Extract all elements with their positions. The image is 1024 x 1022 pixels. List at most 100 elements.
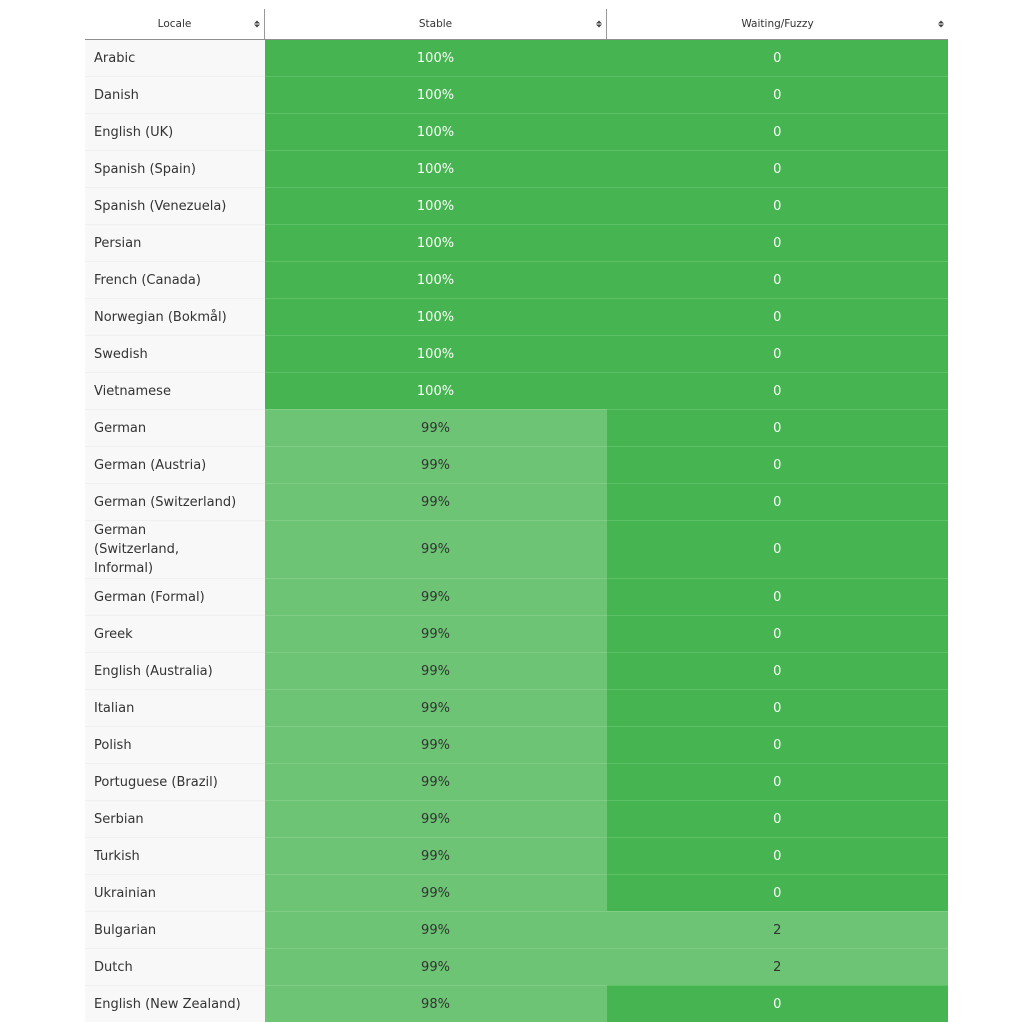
table-row: Italian99%0: [85, 690, 948, 727]
locale-cell[interactable]: Persian: [85, 225, 265, 262]
table-row: English (Australia)99%0: [85, 653, 948, 690]
table-row: German (Austria)99%0: [85, 447, 948, 484]
stable-percent-cell: 99%: [265, 521, 607, 579]
locale-cell[interactable]: Danish: [85, 77, 265, 114]
waiting-fuzzy-cell: 0: [607, 616, 949, 653]
locale-cell[interactable]: German (Formal): [85, 579, 265, 616]
waiting-fuzzy-cell: 0: [607, 373, 949, 410]
waiting-fuzzy-cell: 0: [607, 484, 949, 521]
locale-cell[interactable]: Turkish: [85, 838, 265, 875]
waiting-fuzzy-cell: 0: [607, 299, 949, 336]
waiting-fuzzy-cell: 0: [607, 188, 949, 225]
locale-cell[interactable]: Ukrainian: [85, 875, 265, 912]
stable-percent-cell: 100%: [265, 77, 607, 114]
waiting-fuzzy-cell: 0: [607, 262, 949, 299]
stable-percent-cell: 99%: [265, 801, 607, 838]
waiting-fuzzy-cell: 0: [607, 764, 949, 801]
stable-percent-cell: 99%: [265, 949, 607, 986]
locale-cell[interactable]: French (Canada): [85, 262, 265, 299]
waiting-fuzzy-cell: 0: [607, 40, 949, 77]
locale-cell[interactable]: Norwegian (Bokmål): [85, 299, 265, 336]
stable-percent-cell: 99%: [265, 616, 607, 653]
locale-cell[interactable]: German (Switzerland): [85, 484, 265, 521]
table-row: Spanish (Spain)100%0: [85, 151, 948, 188]
locale-cell[interactable]: Greek: [85, 616, 265, 653]
column-header-label: Stable: [419, 18, 452, 30]
translation-status-table-container: Locale Stable Waiting/Fuzzy Arabic100%0D…: [85, 9, 948, 1022]
table-row: Portuguese (Brazil)99%0: [85, 764, 948, 801]
stable-percent-cell: 99%: [265, 690, 607, 727]
locale-cell[interactable]: Portuguese (Brazil): [85, 764, 265, 801]
table-row: French (Canada)100%0: [85, 262, 948, 299]
waiting-fuzzy-cell: 0: [607, 653, 949, 690]
locale-cell[interactable]: Polish: [85, 727, 265, 764]
stable-percent-cell: 100%: [265, 188, 607, 225]
stable-percent-cell: 99%: [265, 447, 607, 484]
stable-percent-cell: 99%: [265, 653, 607, 690]
table-row: Greek99%0: [85, 616, 948, 653]
locale-cell[interactable]: Spanish (Venezuela): [85, 188, 265, 225]
table-body: Arabic100%0Danish100%0English (UK)100%0S…: [85, 40, 948, 1022]
waiting-fuzzy-cell: 0: [607, 727, 949, 764]
column-header-label: Locale: [158, 18, 192, 30]
locale-cell[interactable]: German (Austria): [85, 447, 265, 484]
stable-percent-cell: 99%: [265, 764, 607, 801]
locale-cell[interactable]: English (UK): [85, 114, 265, 151]
column-header-waiting-fuzzy[interactable]: Waiting/Fuzzy: [607, 9, 949, 40]
stable-percent-cell: 99%: [265, 875, 607, 912]
table-row: Norwegian (Bokmål)100%0: [85, 299, 948, 336]
locale-cell[interactable]: English (Australia): [85, 653, 265, 690]
waiting-fuzzy-cell: 0: [607, 521, 949, 579]
column-header-label: Waiting/Fuzzy: [741, 18, 813, 30]
table-row: Danish100%0: [85, 77, 948, 114]
stable-percent-cell: 100%: [265, 262, 607, 299]
column-header-stable[interactable]: Stable: [265, 9, 607, 40]
locale-cell[interactable]: Dutch: [85, 949, 265, 986]
locale-cell[interactable]: Spanish (Spain): [85, 151, 265, 188]
table-row: Ukrainian99%0: [85, 875, 948, 912]
table-row: Serbian99%0: [85, 801, 948, 838]
waiting-fuzzy-cell: 0: [607, 875, 949, 912]
locale-cell[interactable]: Bulgarian: [85, 912, 265, 949]
table-row: Vietnamese100%0: [85, 373, 948, 410]
sort-icon[interactable]: [254, 21, 260, 28]
stable-percent-cell: 100%: [265, 225, 607, 262]
waiting-fuzzy-cell: 0: [607, 801, 949, 838]
table-row: German (Switzerland)99%0: [85, 484, 948, 521]
stable-percent-cell: 99%: [265, 579, 607, 616]
stable-percent-cell: 100%: [265, 299, 607, 336]
waiting-fuzzy-cell: 0: [607, 410, 949, 447]
stable-percent-cell: 99%: [265, 912, 607, 949]
waiting-fuzzy-cell: 2: [607, 949, 949, 986]
stable-percent-cell: 100%: [265, 114, 607, 151]
locale-cell[interactable]: Vietnamese: [85, 373, 265, 410]
waiting-fuzzy-cell: 0: [607, 114, 949, 151]
stable-percent-cell: 99%: [265, 484, 607, 521]
stable-percent-cell: 99%: [265, 410, 607, 447]
sort-icon[interactable]: [938, 21, 944, 28]
sort-icon[interactable]: [596, 21, 602, 28]
locale-cell[interactable]: German (Switzerland, Informal): [85, 521, 265, 579]
stable-percent-cell: 99%: [265, 838, 607, 875]
locale-cell[interactable]: Italian: [85, 690, 265, 727]
waiting-fuzzy-cell: 0: [607, 77, 949, 114]
table-row: English (UK)100%0: [85, 114, 948, 151]
stable-percent-cell: 100%: [265, 373, 607, 410]
table-row: Arabic100%0: [85, 40, 948, 77]
waiting-fuzzy-cell: 2: [607, 912, 949, 949]
table-row: Turkish99%0: [85, 838, 948, 875]
table-row: Dutch99%2: [85, 949, 948, 986]
locale-cell[interactable]: Arabic: [85, 40, 265, 77]
table-row: German (Switzerland, Informal)99%0: [85, 521, 948, 579]
table-row: Bulgarian99%2: [85, 912, 948, 949]
locale-cell[interactable]: German: [85, 410, 265, 447]
waiting-fuzzy-cell: 0: [607, 151, 949, 188]
waiting-fuzzy-cell: 0: [607, 447, 949, 484]
locale-cell[interactable]: Serbian: [85, 801, 265, 838]
waiting-fuzzy-cell: 0: [607, 690, 949, 727]
column-header-locale[interactable]: Locale: [85, 9, 265, 40]
locale-cell[interactable]: Swedish: [85, 336, 265, 373]
waiting-fuzzy-cell: 0: [607, 838, 949, 875]
table-row: Swedish100%0: [85, 336, 948, 373]
table-row: German99%0: [85, 410, 948, 447]
